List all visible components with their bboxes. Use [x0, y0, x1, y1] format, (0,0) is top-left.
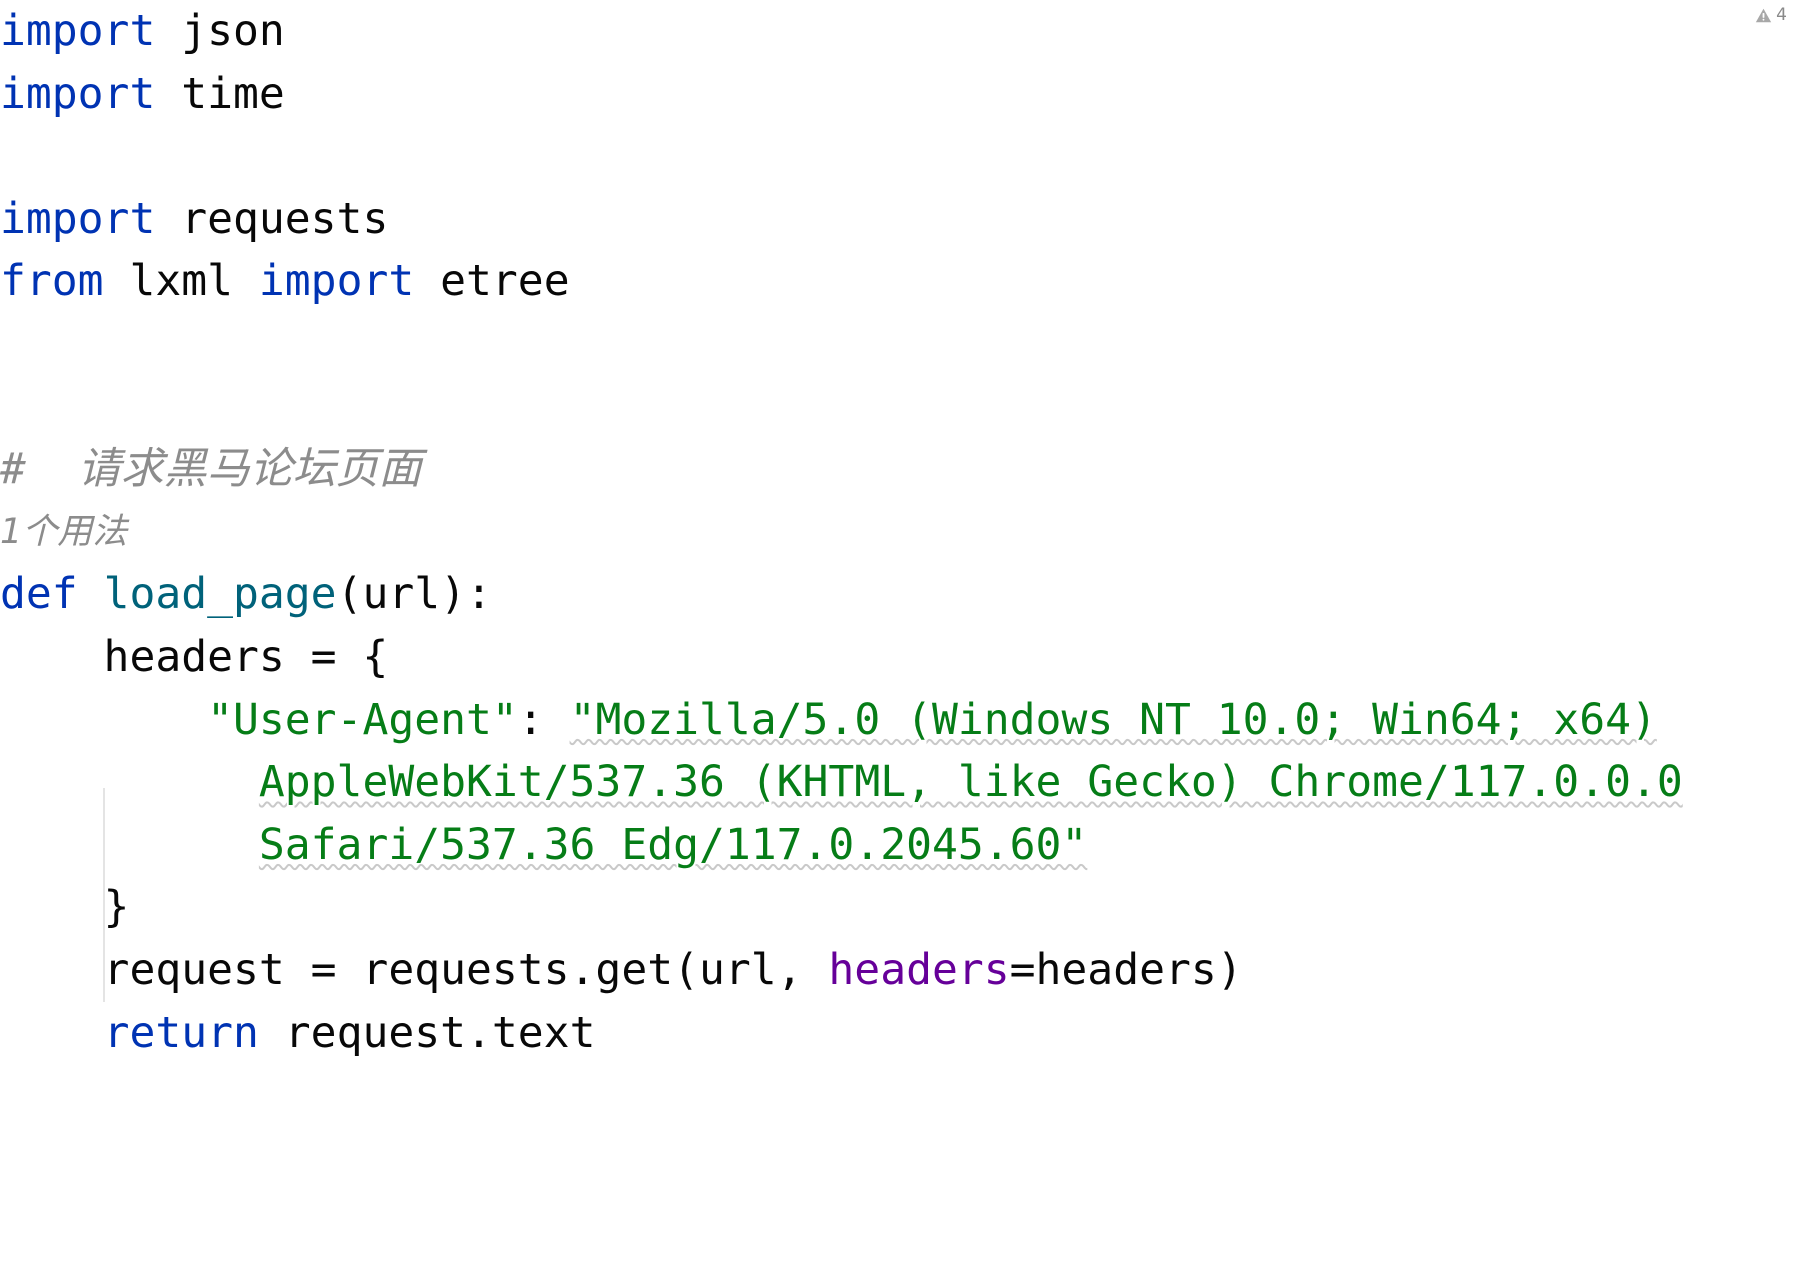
code-line-request-get[interactable]: request = requests.get(url, headers=head…: [0, 939, 1795, 1002]
code-line-user-agent-cont2[interactable]: Safari/537.36 Edg/117.0.2045.60": [0, 814, 1795, 877]
token-keyword-import: import: [0, 6, 156, 56]
token-function-name-load-page: load_page: [103, 569, 337, 620]
code-line-4[interactable]: import requests: [0, 188, 1795, 251]
code-line-5[interactable]: from lxml import etree: [0, 250, 1795, 313]
token-module-json: json: [155, 6, 285, 56]
token-keyword-arg-headers: headers: [828, 944, 1010, 995]
token-keyword-from: from: [0, 256, 104, 307]
code-comment-line[interactable]: # 请求黑马论坛页面: [0, 438, 1795, 501]
code-line-1[interactable]: import json: [0, 0, 1795, 63]
code-line-headers-close[interactable]: }: [0, 876, 1795, 939]
token-keyword-import: import: [0, 68, 156, 119]
code-line-user-agent[interactable]: "User-Agent": "Mozilla/5.0 (Windows NT 1…: [0, 689, 1795, 752]
token-module-lxml: lxml: [103, 256, 259, 307]
code-line-6-blank[interactable]: [0, 313, 1795, 376]
code-line-7-blank[interactable]: [0, 376, 1795, 439]
code-editor[interactable]: 4 import json import time import request…: [0, 0, 1795, 1273]
code-line-2[interactable]: import time: [0, 63, 1795, 126]
code-line-user-agent-cont1[interactable]: AppleWebKit/537.36 (KHTML, like Gecko) C…: [0, 751, 1795, 814]
code-line-headers-open[interactable]: headers = {: [0, 626, 1795, 689]
token-string-user-agent-value-part3: Safari/537.36 Edg/117.0.2045.60": [258, 819, 1088, 870]
code-lines-container[interactable]: import json import time import requests …: [0, 0, 1795, 1064]
token-module-requests: requests: [155, 193, 389, 244]
token-string-user-agent-value-part2: AppleWebKit/537.36 (KHTML, like Gecko) C…: [258, 757, 1683, 808]
token-keyword-import: import: [0, 193, 156, 244]
code-lens-usages[interactable]: 1个用法: [0, 501, 1795, 564]
token-module-etree: etree: [414, 256, 570, 307]
code-line-3-blank[interactable]: [0, 125, 1795, 188]
code-line-def[interactable]: def load_page(url):: [0, 563, 1795, 626]
token-module-time: time: [155, 68, 285, 119]
token-keyword-return: return: [103, 1007, 259, 1058]
token-string-user-agent-value-part1: "Mozilla/5.0 (Windows NT 10.0; Win64; x6…: [569, 694, 1657, 745]
token-return-value: request.text: [258, 1007, 596, 1058]
token-string-user-agent-key: "User-Agent": [207, 694, 518, 745]
token-keyword-import: import: [258, 256, 415, 307]
token-keyword-def: def: [0, 569, 78, 620]
code-line-return[interactable]: return request.text: [0, 1002, 1795, 1065]
token-def-params: (url):: [336, 569, 492, 620]
